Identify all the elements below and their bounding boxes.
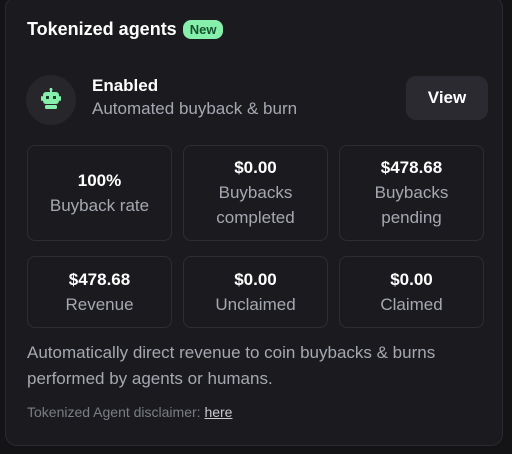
agent-status-text: Enabled Automated buyback & burn <box>92 76 297 121</box>
stat-value: $0.00 <box>234 158 277 177</box>
new-badge: New <box>182 20 224 39</box>
stat-revenue: $478.68 Revenue <box>27 256 172 328</box>
stat-buybacks-pending: $478.68 Buybacks pending <box>339 145 484 241</box>
agent-status: Enabled <box>92 76 159 95</box>
stat-buyback-rate: 100% Buyback rate <box>27 145 172 241</box>
disclaimer: Tokenized Agent disclaimer: here <box>27 404 232 420</box>
stat-value: $478.68 <box>68 269 131 289</box>
stat-label: Buybacks completed <box>216 183 295 227</box>
stat-label: Buyback rate <box>49 195 150 215</box>
disclaimer-link[interactable]: here <box>204 404 232 420</box>
disclaimer-text: Tokenized Agent disclaimer: <box>27 404 205 420</box>
stat-label: Claimed <box>380 294 443 314</box>
stat-buybacks-completed: $0.00 Buybacks completed <box>183 145 328 241</box>
feature-description: Automatically direct revenue to coin buy… <box>27 343 436 388</box>
robot-icon <box>41 88 61 109</box>
agent-description: Automated buyback & burn <box>92 99 298 118</box>
agent-avatar <box>26 75 76 125</box>
view-button[interactable]: View <box>406 76 488 120</box>
stat-value: 100% <box>77 170 122 190</box>
stat-label: Unclaimed <box>215 294 296 314</box>
stat-label: Buybacks pending <box>374 183 449 227</box>
stat-value: $478.68 <box>380 158 443 177</box>
stat-claimed: $0.00 Claimed <box>339 256 484 328</box>
tokenized-agents-card: Tokenized agents New Enabled Automated b… <box>5 0 503 446</box>
stat-value: $0.00 <box>390 269 433 289</box>
agent-status-row: Enabled Automated buyback & burn View <box>26 75 488 127</box>
stat-value: $0.00 <box>234 269 277 289</box>
stat-unclaimed: $0.00 Unclaimed <box>183 256 328 328</box>
card-header: Tokenized agents New <box>27 19 224 40</box>
stats-grid: 100% Buyback rate $0.00 Buybacks complet… <box>27 145 484 328</box>
stat-label: Revenue <box>65 294 134 314</box>
card-title: Tokenized agents <box>27 19 177 39</box>
